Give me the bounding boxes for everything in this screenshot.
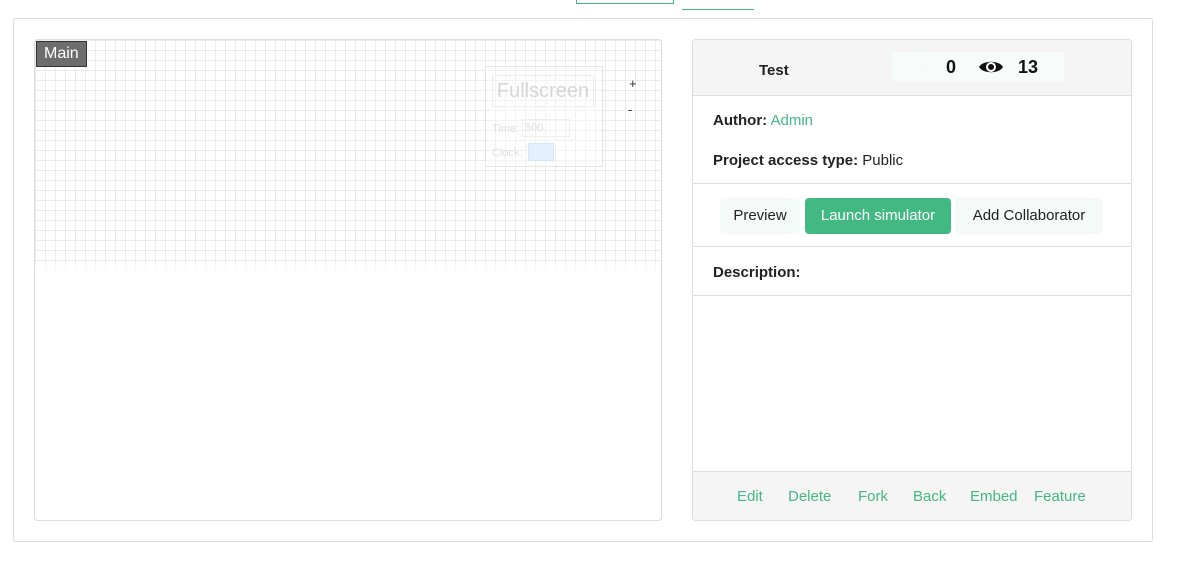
- preview-button[interactable]: Preview: [720, 198, 800, 234]
- description-label: Description:: [713, 264, 801, 281]
- time-input[interactable]: 500: [522, 119, 570, 137]
- divider: [693, 246, 1131, 247]
- circuit-element[interactable]: Fullscreen Time: 500 Clock:: [485, 66, 603, 167]
- circuit-tab-main[interactable]: Main: [36, 41, 87, 67]
- zoom-in-button[interactable]: +: [629, 76, 637, 91]
- top-tab-left[interactable]: [576, 0, 674, 4]
- panel-footer: Edit Delete Fork Back Embed Feature: [693, 471, 1131, 520]
- add-collaborator-button[interactable]: Add Collaborator: [955, 198, 1103, 234]
- zoom-out-button[interactable]: -: [628, 102, 632, 117]
- back-link[interactable]: Back: [913, 488, 946, 505]
- clock-toggle[interactable]: [528, 143, 554, 161]
- panel-header: Test ★ 0 13: [693, 40, 1131, 96]
- delete-link[interactable]: Delete: [788, 488, 831, 505]
- divider: [693, 295, 1131, 296]
- author-link[interactable]: Admin: [771, 112, 814, 129]
- fork-link[interactable]: Fork: [858, 488, 888, 505]
- divider: [693, 183, 1131, 184]
- project-title: Test: [759, 62, 789, 79]
- access-type-value: Public: [862, 152, 904, 169]
- simulator-canvas[interactable]: Main Fullscreen Time: 500 Clock: + -: [34, 39, 662, 521]
- top-tab-right[interactable]: [682, 0, 754, 10]
- clock-label: Clock:: [492, 147, 523, 159]
- star-icon[interactable]: ★: [916, 58, 932, 74]
- edit-link[interactable]: Edit: [737, 488, 763, 505]
- time-label: Time:: [492, 123, 520, 135]
- feature-link[interactable]: Feature: [1034, 488, 1086, 505]
- access-type-row: Project access type: Public: [713, 152, 903, 169]
- author-label: Author:: [713, 112, 768, 129]
- embed-link[interactable]: Embed: [970, 488, 1018, 505]
- view-count: 13: [1018, 57, 1039, 77]
- fullscreen-button[interactable]: Fullscreen: [492, 75, 594, 107]
- project-info-panel: Test ★ 0 13 Author: Admin Project access…: [692, 39, 1132, 521]
- author-row: Author: Admin: [713, 112, 813, 129]
- access-type-label: Project access type:: [713, 152, 859, 169]
- star-count: 0: [946, 57, 957, 77]
- launch-simulator-button[interactable]: Launch simulator: [805, 198, 951, 234]
- eye-icon: [978, 58, 1004, 81]
- project-stats: ★ 0 13: [892, 52, 1064, 81]
